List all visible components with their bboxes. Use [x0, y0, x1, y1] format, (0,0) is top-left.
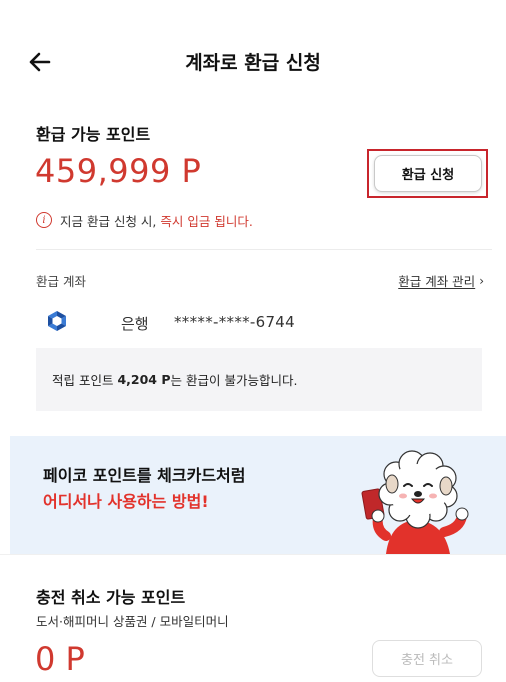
- section-divider: [0, 554, 506, 555]
- bank-logo-icon: [48, 311, 66, 331]
- promo-banner[interactable]: 페이코 포인트를 체크카드처럼 어디서나 사용하는 방법!: [10, 436, 506, 554]
- manage-account-label: 환급 계좌 관리: [398, 274, 476, 289]
- dog-mascot-illustration: [361, 450, 469, 554]
- refundable-points-label: 환급 가능 포인트: [36, 125, 151, 144]
- refund-notice: i 지금 환급 신청 시, 즉시 입금 됩니다.: [36, 211, 253, 229]
- refund-request-button[interactable]: 환급 신청: [374, 155, 482, 192]
- banner-subtitle: 어디서나 사용하는 방법!: [43, 492, 209, 511]
- banner-title: 페이코 포인트를 체크카드처럼: [43, 466, 246, 485]
- info-text-suffix: 는 환급이 불가능합니다.: [170, 373, 298, 388]
- earned-points-amount: 4,204 P: [117, 372, 171, 387]
- notice-emphasis: 즉시 입금 됩니다.: [160, 213, 253, 229]
- non-refundable-info-box: 적립 포인트 4,204 P 는 환급이 불가능합니다.: [36, 348, 482, 411]
- charge-cancel-button[interactable]: 충전 취소: [372, 640, 482, 677]
- notice-text: 지금 환급 신청 시,: [60, 213, 157, 229]
- page-title: 계좌로 환급 신청: [185, 52, 321, 74]
- account-number: *****-****-6744: [174, 313, 295, 331]
- divider: [36, 249, 492, 250]
- info-text-prefix: 적립 포인트: [52, 373, 114, 388]
- refund-account-label: 환급 계좌: [36, 274, 86, 289]
- bank-name: 은행: [121, 315, 149, 333]
- refundable-points-value: 459,999 P: [35, 152, 202, 190]
- chevron-right-icon: ›: [479, 273, 484, 288]
- manage-account-link[interactable]: 환급 계좌 관리 ›: [398, 271, 484, 290]
- charge-cancel-sublabel: 도서·해피머니 상품권 / 모바일티머니: [36, 614, 229, 629]
- charge-cancel-label: 충전 취소 가능 포인트: [36, 588, 186, 607]
- app-header: 계좌로 환급 신청: [0, 0, 506, 120]
- info-icon: i: [36, 212, 52, 228]
- charge-cancel-value: 0 P: [35, 640, 85, 678]
